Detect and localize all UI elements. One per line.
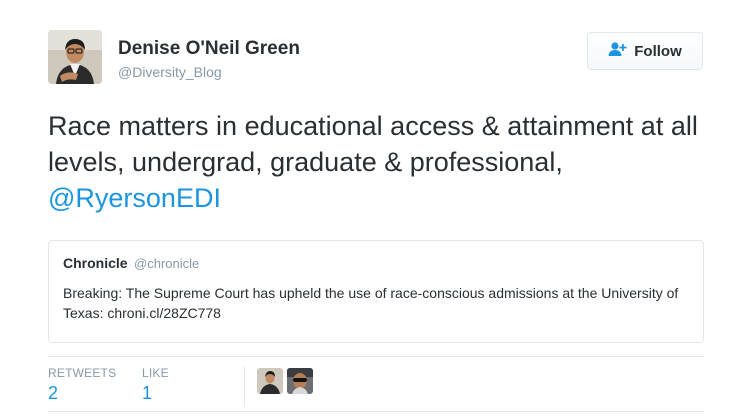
divider [48,411,704,412]
retweets-count: 2 [48,383,59,403]
author-handle[interactable]: @Diversity_Blog [118,64,222,80]
quoted-tweet[interactable]: Chronicle @chronicle Breaking: The Supre… [48,240,704,343]
tweet-mention-link[interactable]: @RyersonEDI [48,183,221,213]
likes-count: 1 [142,383,153,403]
tweet-text: Race matters in educational access & att… [48,108,718,216]
follow-button[interactable]: Follow [587,32,703,70]
follow-person-plus-icon [608,41,628,61]
follow-label: Follow [634,42,682,60]
liker-avatar[interactable] [287,368,313,394]
quoted-tweet-text: Breaking: The Supreme Court has upheld t… [63,285,679,321]
divider [48,356,704,357]
author-avatar[interactable] [48,30,102,84]
author-name[interactable]: Denise O'Neil Green [118,38,300,60]
likes-label: LIKE [142,366,169,380]
retweets-label: RETWEETS [48,366,117,380]
likes-stat[interactable]: LIKE 1 [142,366,169,404]
tweet-body: Race matters in educational access & att… [48,111,698,177]
liker-avatar[interactable] [257,368,283,394]
stats-separator [244,366,245,406]
retweets-stat[interactable]: RETWEETS 2 [48,366,116,404]
quoted-author-handle: @chronicle [134,256,200,271]
quoted-author-name: Chronicle [63,255,128,271]
